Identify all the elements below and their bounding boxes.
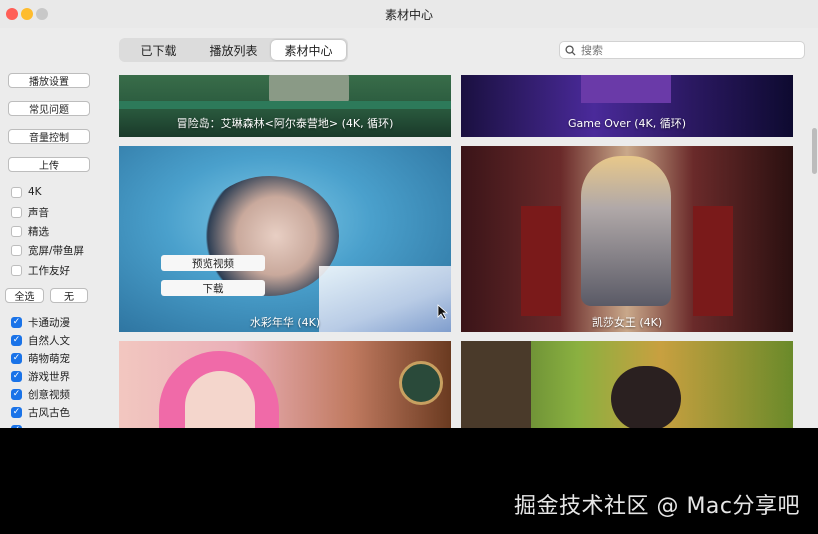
- category-nature-checkbox[interactable]: [11, 334, 22, 346]
- upload-button[interactable]: 上传: [8, 157, 90, 172]
- wallpaper-card[interactable]: 凯莎女王 (4K): [461, 146, 793, 332]
- select-all-button[interactable]: 全选: [5, 288, 44, 303]
- category-cartoon[interactable]: 卡通动漫: [11, 314, 70, 330]
- category-ancient-checkbox[interactable]: [11, 406, 22, 418]
- search-icon: [565, 44, 576, 56]
- volume-control-button[interactable]: 音量控制: [8, 129, 90, 144]
- card-thumbnail: [199, 176, 339, 296]
- faq-button[interactable]: 常见问题: [8, 101, 90, 116]
- tab-material-center[interactable]: 素材中心: [271, 40, 346, 60]
- tab-downloaded[interactable]: 已下载: [121, 40, 196, 60]
- card-caption: 水彩年华 (4K): [249, 316, 321, 329]
- filter-sound[interactable]: 声音: [11, 204, 49, 220]
- preview-video-button[interactable]: 预览视频: [161, 255, 265, 271]
- category-creative[interactable]: 创意视频: [11, 386, 70, 402]
- title-bar: 素材中心: [0, 0, 818, 28]
- card-thumbnail: [521, 206, 561, 316]
- category-games-label: 游戏世界: [28, 370, 70, 383]
- card-thumbnail: [461, 341, 531, 428]
- sidebar: 播放设置 常见问题 音量控制 上传 4K 声音 精选 宽屏/带鱼屏 工作友好 全…: [0, 70, 110, 428]
- card-thumbnail: [581, 156, 671, 306]
- card-thumbnail: [269, 75, 349, 103]
- filter-work-friendly-label: 工作友好: [28, 264, 70, 277]
- card-thumbnail: [693, 206, 733, 316]
- filter-featured[interactable]: 精选: [11, 223, 49, 239]
- wallpaper-grid: 冒险岛：艾琳森林<阿尔泰营地> (4K, 循环) Game Over (4K, …: [119, 75, 795, 428]
- filter-4k-checkbox[interactable]: [11, 186, 22, 198]
- category-cartoon-checkbox[interactable]: [11, 316, 22, 328]
- category-games-checkbox[interactable]: [11, 370, 22, 382]
- category-nature-label: 自然人文: [28, 334, 70, 347]
- tab-bar: 已下载 播放列表 素材中心: [119, 38, 348, 62]
- download-button[interactable]: 下载: [161, 280, 265, 296]
- select-none-button[interactable]: 无: [50, 288, 88, 303]
- category-creative-label: 创意视频: [28, 388, 70, 401]
- filter-sound-checkbox[interactable]: [11, 206, 22, 218]
- filter-work-friendly[interactable]: 工作友好: [11, 262, 70, 278]
- category-games[interactable]: 游戏世界: [11, 368, 70, 384]
- playback-settings-button[interactable]: 播放设置: [8, 73, 90, 88]
- category-pets[interactable]: 萌物萌宠: [11, 350, 70, 366]
- wallpaper-card[interactable]: Game Over (4K, 循环): [461, 75, 793, 137]
- category-nature[interactable]: 自然人文: [11, 332, 70, 348]
- filter-sound-label: 声音: [28, 206, 49, 219]
- wallpaper-card[interactable]: [119, 341, 451, 428]
- card-thumbnail: [119, 101, 451, 109]
- category-partial-checkbox[interactable]: [11, 424, 22, 428]
- filter-4k[interactable]: 4K: [11, 184, 42, 200]
- filter-featured-checkbox[interactable]: [11, 225, 22, 237]
- card-thumbnail: [611, 366, 681, 428]
- scrollbar-thumb[interactable]: [812, 128, 817, 174]
- filter-widescreen-checkbox[interactable]: [11, 244, 22, 256]
- category-partial[interactable]: [11, 422, 28, 428]
- wallpaper-card[interactable]: 预览视频 下载 水彩年华 (4K): [119, 146, 451, 332]
- card-caption: 冒险岛：艾琳森林<阿尔泰营地> (4K, 循环): [176, 117, 394, 130]
- wallpaper-card[interactable]: 冒险岛：艾琳森林<阿尔泰营地> (4K, 循环): [119, 75, 451, 137]
- category-pets-label: 萌物萌宠: [28, 352, 70, 365]
- card-thumbnail: [399, 361, 443, 405]
- tab-playlist[interactable]: 播放列表: [196, 40, 271, 60]
- category-cartoon-label: 卡通动漫: [28, 316, 70, 329]
- search-input[interactable]: [581, 43, 791, 57]
- app-window: 素材中心 已下载 播放列表 素材中心 播放设置 常见问题 音量控制 上传 4K …: [0, 0, 818, 428]
- card-caption: 凯莎女王 (4K): [591, 316, 663, 329]
- mouse-cursor-icon: [437, 304, 449, 320]
- window-title: 素材中心: [384, 8, 433, 22]
- card-caption: Game Over (4K, 循环): [568, 117, 686, 130]
- category-pets-checkbox[interactable]: [11, 352, 22, 364]
- filter-work-friendly-checkbox[interactable]: [11, 264, 22, 276]
- filter-widescreen[interactable]: 宽屏/带鱼屏: [11, 242, 84, 258]
- category-ancient-label: 古风古色: [28, 406, 70, 419]
- watermark: 掘金技术社区 @ Mac分享吧: [513, 494, 800, 519]
- wallpaper-card[interactable]: [461, 341, 793, 428]
- category-creative-checkbox[interactable]: [11, 388, 22, 400]
- filter-4k-label: 4K: [28, 186, 42, 198]
- card-thumbnail: [581, 75, 671, 103]
- filter-widescreen-label: 宽屏/带鱼屏: [28, 244, 85, 257]
- search-box[interactable]: [559, 41, 805, 59]
- filter-featured-label: 精选: [28, 225, 49, 238]
- category-ancient[interactable]: 古风古色: [11, 404, 70, 420]
